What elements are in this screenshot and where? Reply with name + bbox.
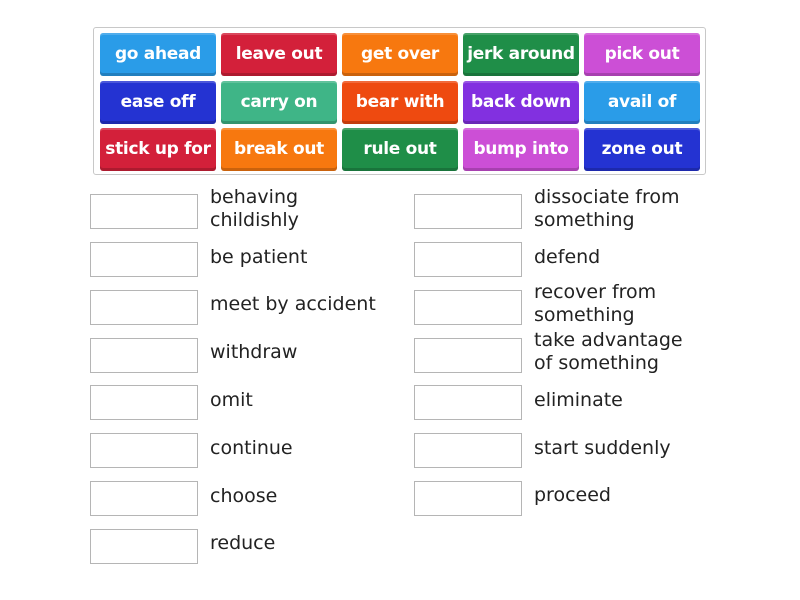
drop-slot[interactable] (414, 290, 522, 325)
drop-slot[interactable] (414, 338, 522, 373)
definition-label: dissociate from something (534, 186, 680, 231)
drop-slot[interactable] (414, 385, 522, 420)
definition-label: reduce (210, 532, 276, 554)
definition-label: proceed (534, 484, 611, 506)
tile-ease-off[interactable]: ease off (100, 81, 216, 124)
tile-rule-out[interactable]: rule out (342, 128, 458, 171)
tile-back-down[interactable]: back down (463, 81, 579, 124)
definition-label: meet by accident (210, 293, 376, 315)
definition-label: take advantage of something (534, 329, 683, 374)
drop-slot[interactable] (90, 290, 198, 325)
tile-stick-up-for[interactable]: stick up for (100, 128, 216, 171)
definition-label: omit (210, 389, 253, 411)
definition-label: behaving childishly (210, 186, 299, 231)
definition-label: eliminate (534, 389, 623, 411)
drop-slot[interactable] (90, 529, 198, 564)
drop-slot[interactable] (90, 481, 198, 516)
drop-slot[interactable] (90, 242, 198, 277)
definition-label: start suddenly (534, 437, 671, 459)
tile-bump-into[interactable]: bump into (463, 128, 579, 171)
tile-zone-out[interactable]: zone out (584, 128, 700, 171)
definition-label: defend (534, 246, 601, 268)
definition-label: be patient (210, 246, 308, 268)
tile-avail-of[interactable]: avail of (584, 81, 700, 124)
tile-leave-out[interactable]: leave out (221, 33, 337, 76)
tile-pick-out[interactable]: pick out (584, 33, 700, 76)
drop-slot[interactable] (90, 385, 198, 420)
tile-go-ahead[interactable]: go ahead (100, 33, 216, 76)
drop-slot[interactable] (414, 242, 522, 277)
drop-slot[interactable] (90, 338, 198, 373)
definition-label: recover from something (534, 281, 657, 326)
definition-label: choose (210, 485, 278, 507)
tile-carry-on[interactable]: carry on (221, 81, 337, 124)
definition-label: continue (210, 437, 293, 459)
definition-label: withdraw (210, 341, 298, 363)
tile-break-out[interactable]: break out (221, 128, 337, 171)
drop-slot[interactable] (414, 433, 522, 468)
word-bank: go ahead leave out get over jerk around … (93, 27, 706, 175)
drop-slot[interactable] (90, 433, 198, 468)
drop-slot[interactable] (414, 194, 522, 229)
tile-get-over[interactable]: get over (342, 33, 458, 76)
tile-bear-with[interactable]: bear with (342, 81, 458, 124)
tile-jerk-around[interactable]: jerk around (463, 33, 579, 76)
drop-slot[interactable] (90, 194, 198, 229)
drop-slot[interactable] (414, 481, 522, 516)
